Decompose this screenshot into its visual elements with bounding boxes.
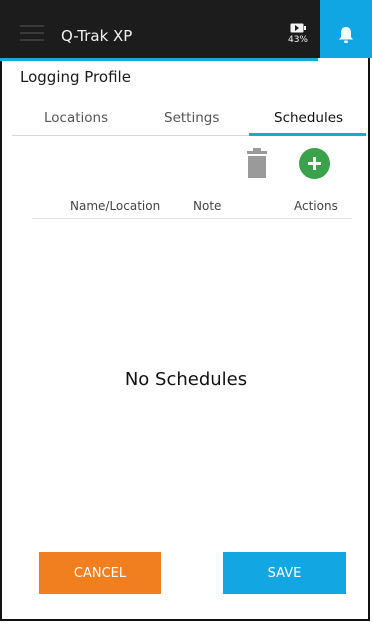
battery-percent: 43%: [287, 35, 308, 45]
notifications-button[interactable]: [320, 0, 372, 58]
column-header-name-location: Name/Location: [70, 199, 161, 213]
battery-icon: [290, 23, 306, 33]
hamburger-menu-icon[interactable]: [20, 25, 44, 43]
app-header: Q-Trak XP 43%: [0, 0, 372, 58]
active-tab-indicator: [249, 133, 366, 136]
cancel-button[interactable]: CANCEL: [39, 552, 161, 594]
column-header-note: Note: [193, 199, 222, 213]
trash-icon[interactable]: [247, 148, 267, 178]
app-title: Q-Trak XP: [61, 27, 133, 45]
tab-settings[interactable]: Settings: [164, 110, 219, 126]
table-header-divider: [32, 218, 352, 219]
save-button[interactable]: SAVE: [223, 552, 346, 594]
battery-status: 43%: [284, 23, 312, 45]
add-circle-icon[interactable]: [299, 148, 330, 179]
tab-schedules[interactable]: Schedules: [274, 110, 343, 126]
tab-locations[interactable]: Locations: [44, 110, 108, 126]
column-header-actions: Actions: [294, 199, 338, 213]
empty-state-message: No Schedules: [124, 369, 248, 390]
page-title: Logging Profile: [20, 68, 131, 86]
bell-icon: [339, 27, 353, 43]
app-frame: [0, 0, 370, 621]
header-accent-line: [0, 58, 318, 61]
